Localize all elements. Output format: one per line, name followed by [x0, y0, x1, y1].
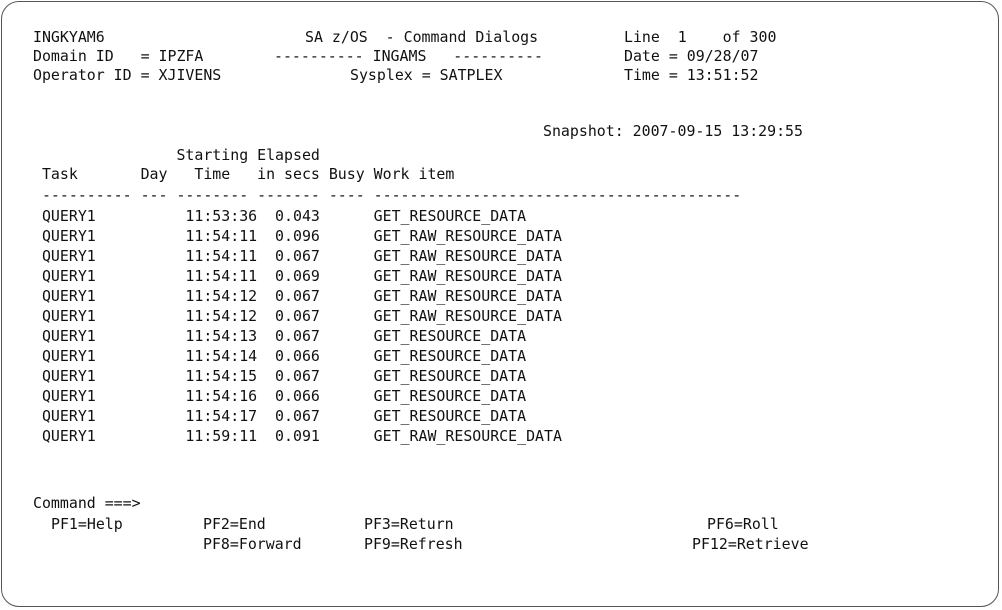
domain-id: Domain ID = IPZFA — [33, 47, 204, 65]
table-header: Task Day Time in secs Busy Work item — [33, 165, 455, 183]
time-display: Time = 13:51:52 — [624, 66, 759, 84]
operator-id: Operator ID = XJIVENS — [33, 66, 222, 84]
table-row[interactable]: QUERY1 11:53:36 0.043 GET_RESOURCE_DATA — [33, 207, 526, 226]
command-prompt[interactable]: Command ===> — [33, 494, 141, 513]
pf2-end-key[interactable]: PF2=End — [203, 515, 266, 534]
table-row[interactable]: QUERY1 11:54:12 0.067 GET_RAW_RESOURCE_D… — [33, 307, 562, 326]
terminal-panel: INGKYAM6 SA z/OS - Command Dialogs Line … — [1, 1, 999, 607]
panel-title: SA z/OS - Command Dialogs — [305, 28, 539, 46]
sysplex-name: Sysplex = SATPLEX — [350, 66, 503, 84]
snapshot-timestamp: Snapshot: 2007-09-15 13:29:55 — [543, 122, 803, 140]
table-row[interactable]: QUERY1 11:54:15 0.067 GET_RESOURCE_DATA — [33, 367, 526, 386]
table-row[interactable]: QUERY1 11:54:12 0.067 GET_RAW_RESOURCE_D… — [33, 287, 562, 306]
table-header-top: Starting Elapsed — [33, 146, 320, 164]
panel-subtitle: ---------- INGAMS ---------- — [274, 47, 543, 65]
table-row[interactable]: QUERY1 11:54:13 0.067 GET_RESOURCE_DATA — [33, 327, 526, 346]
pf9-refresh-key[interactable]: PF9=Refresh — [364, 535, 463, 554]
table-row[interactable]: QUERY1 11:54:11 0.069 GET_RAW_RESOURCE_D… — [33, 267, 562, 286]
pf3-return-key[interactable]: PF3=Return — [364, 515, 454, 534]
line-indicator: Line 1 of 300 — [624, 28, 777, 46]
table-row[interactable]: QUERY1 11:54:11 0.067 GET_RAW_RESOURCE_D… — [33, 247, 562, 266]
pf12-retrieve-key[interactable]: PF12=Retrieve — [692, 535, 809, 554]
table-row[interactable]: QUERY1 11:59:11 0.091 GET_RAW_RESOURCE_D… — [33, 427, 562, 446]
table-row[interactable]: QUERY1 11:54:16 0.066 GET_RESOURCE_DATA — [33, 387, 526, 406]
pf8-forward-key[interactable]: PF8=Forward — [203, 535, 302, 554]
pf1-help-key[interactable]: PF1=Help — [51, 515, 123, 534]
table-row[interactable]: QUERY1 11:54:17 0.067 GET_RESOURCE_DATA — [33, 407, 526, 426]
panel-id: INGKYAM6 — [33, 28, 105, 46]
pf6-roll-key[interactable]: PF6=Roll — [707, 515, 779, 534]
table-row[interactable]: QUERY1 11:54:11 0.096 GET_RAW_RESOURCE_D… — [33, 227, 562, 246]
table-separator: ---------- --- -------- ------- ---- ---… — [33, 186, 742, 204]
date-display: Date = 09/28/07 — [624, 47, 759, 65]
table-row[interactable]: QUERY1 11:54:14 0.066 GET_RESOURCE_DATA — [33, 347, 526, 366]
